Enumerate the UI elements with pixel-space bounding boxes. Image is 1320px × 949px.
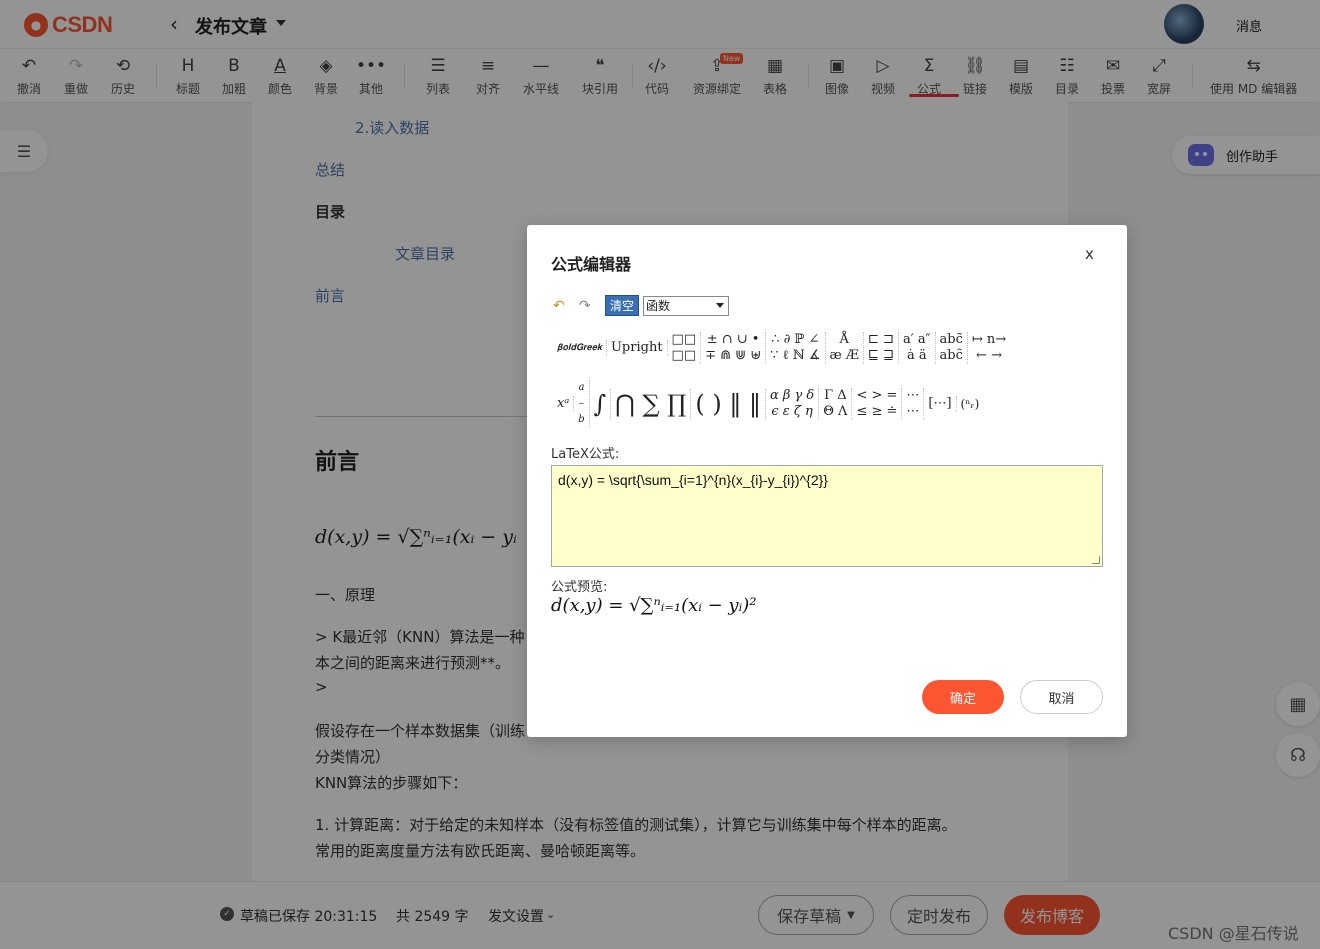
resize-handle[interactable] <box>1092 556 1100 564</box>
fraction-button[interactable]: a – b <box>574 380 590 428</box>
formula-mini-toolbar: ↶ ↷ 清空 函数 <box>553 295 730 316</box>
formula-editor-dialog: 公式编辑器 x ↶ ↷ 清空 函数 𝛃𝐨𝐥𝐝𝐆𝐫𝐞𝐞𝐤 Upright □□ □□… <box>527 225 1127 737</box>
redo-icon[interactable]: ↷ <box>579 298 599 314</box>
integral-button[interactable]: ∫ <box>590 389 612 419</box>
watermark: CSDN @星石传说 <box>1168 924 1299 943</box>
operator-symbols-button[interactable]: ± ∩ ∪ • ∓ ⋒ ⋓ ⊎ <box>701 332 767 364</box>
cancel-button[interactable]: 取消 <box>1020 680 1103 714</box>
formula-preview: d(x,y) = √∑ⁿᵢ₌₁(xᵢ − yᵢ)² <box>551 595 757 616</box>
matrix-button[interactable]: [⋯] <box>924 396 957 412</box>
subset-symbols-button[interactable]: ⊏ ⊐ ⊑ ⊒ <box>864 332 900 364</box>
greek-lower-button[interactable]: α β γ δϵ ε ζ η <box>766 388 820 420</box>
accent-letters-button[interactable]: Åæ Æ <box>826 332 864 364</box>
preview-label: 公式预览: <box>551 580 608 595</box>
clear-button[interactable]: 清空 <box>605 295 640 316</box>
close-icon[interactable]: x <box>1085 245 1094 263</box>
arrow-symbols-button[interactable]: ↦ n→ ← → <box>968 332 1010 364</box>
superscript-button[interactable]: xᵃ <box>553 396 575 412</box>
layout-symbols-button[interactable]: □□ □□ <box>668 332 702 364</box>
symbol-palette-row: 𝛃𝐨𝐥𝐝𝐆𝐫𝐞𝐞𝐤 Upright □□ □□ ± ∩ ∪ • ∓ ⋒ ⋓ ⊎ ∴ … <box>553 332 1010 364</box>
binomial-button[interactable]: (ⁿᵣ) <box>957 396 984 412</box>
relation-symbols-button[interactable]: < > = ≤ ≥ ≐ <box>852 388 903 420</box>
prime-symbols-button[interactable]: a′ a″ ȧ ä <box>899 332 936 364</box>
bold-greek-button[interactable]: 𝛃𝐨𝐥𝐝𝐆𝐫𝐞𝐞𝐤 <box>553 340 607 356</box>
dialog-title: 公式编辑器 <box>551 255 632 274</box>
brackets-button[interactable]: ( ) ‖ ‖ <box>691 389 766 419</box>
logic-symbols-button[interactable]: ∴ ∂ ℙ ∠ ∵ ℓ ℕ ∡ <box>766 332 826 364</box>
upright-button[interactable]: Upright <box>607 340 668 356</box>
latex-input[interactable]: d(x,y) = \sqrt{\sum_{i=1}^{n}(x_{i}-y_{i… <box>551 465 1103 567</box>
latex-label: LaTeX公式: <box>551 447 620 462</box>
symbol-palette-row: xᵃ a – b ∫ ⋂ ∑ ∏ ( ) ‖ ‖ α β γ δϵ ε ζ η Γ … <box>553 380 983 428</box>
big-operators-button[interactable]: ⋂ ∑ ∏ <box>611 389 692 419</box>
dots-button[interactable]: ⋯ ⋯ <box>902 388 925 420</box>
chevron-down-icon <box>716 303 725 308</box>
confirm-button[interactable]: 确定 <box>922 680 1004 714</box>
function-select[interactable]: 函数 <box>643 295 730 316</box>
greek-upper-button[interactable]: Γ ΔΘ Λ <box>819 388 853 420</box>
undo-icon[interactable]: ↶ <box>553 298 573 314</box>
overline-symbols-button[interactable]: abc̃ abc̑ <box>936 332 968 364</box>
